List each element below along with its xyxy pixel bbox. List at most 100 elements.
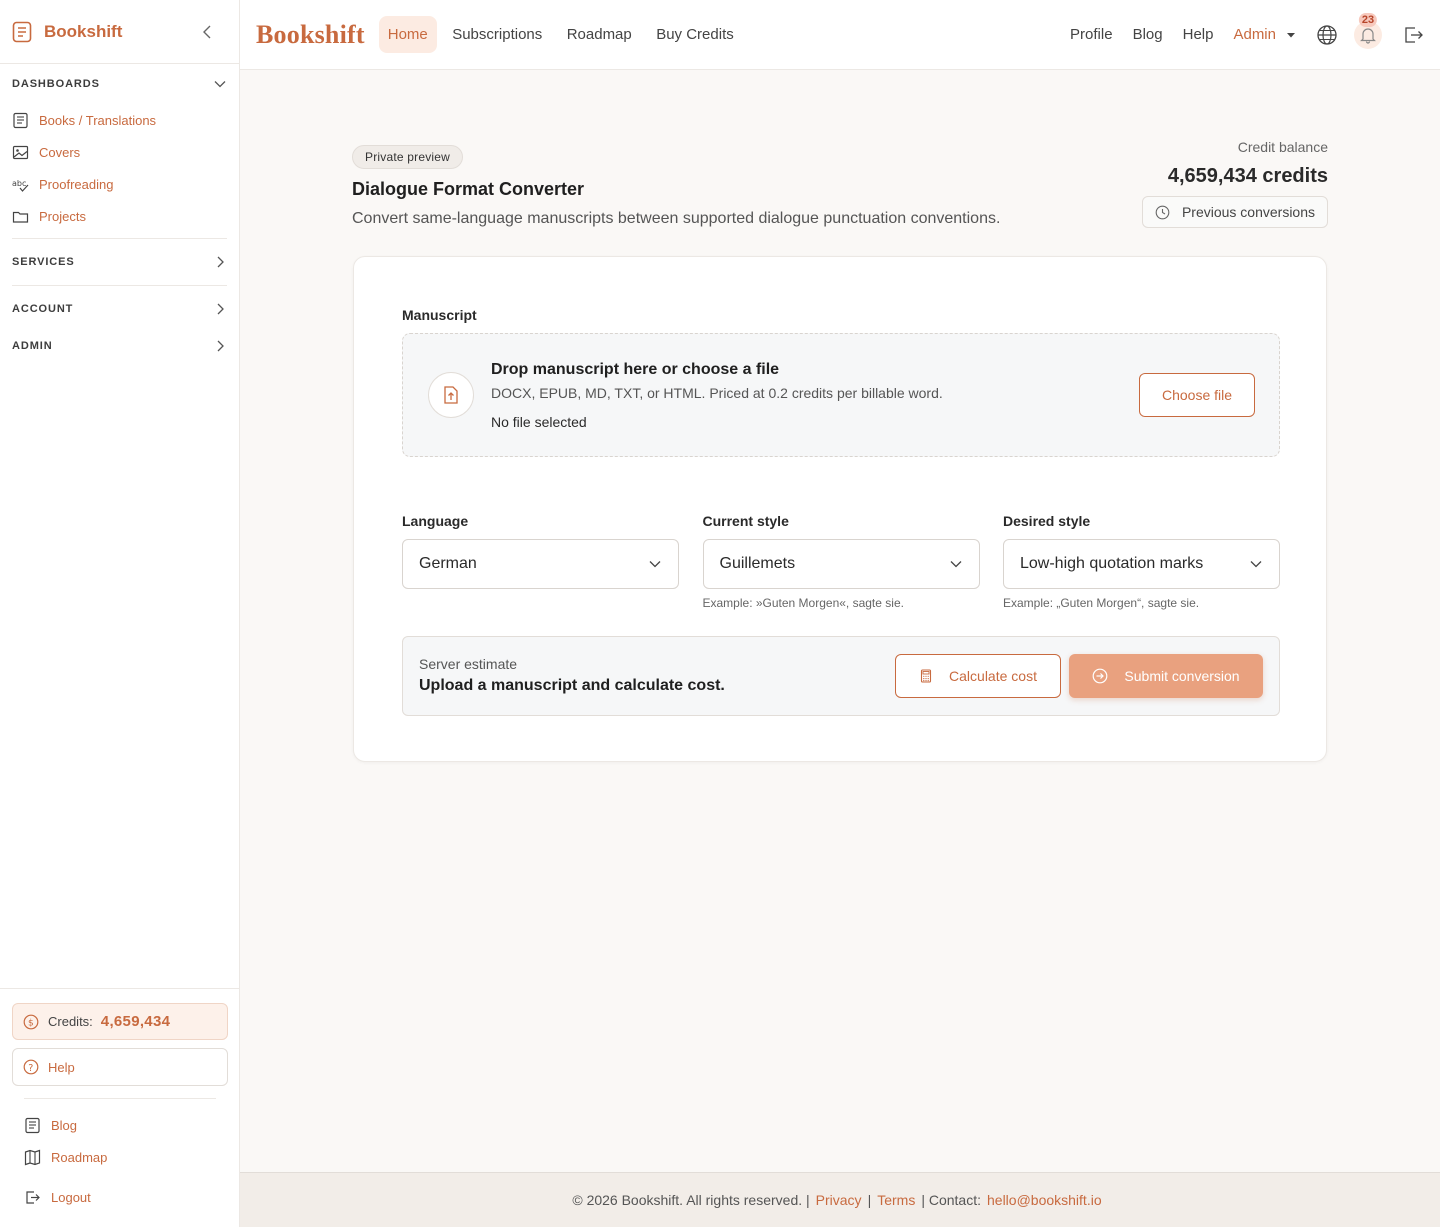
previous-conversions-label: Previous conversions bbox=[1181, 204, 1315, 220]
sidebar-link-blog[interactable]: Blog bbox=[12, 1109, 228, 1141]
credit-balance: Credit balance 4,659,434 credits Previou… bbox=[1141, 139, 1328, 228]
arrow-circle-right-icon bbox=[1093, 668, 1108, 684]
footer: © 2026 Bookshift. All rights reserved. |… bbox=[240, 1172, 1440, 1227]
balance-label: Credit balance bbox=[1237, 139, 1328, 155]
nav-roadmap[interactable]: Roadmap bbox=[558, 16, 641, 53]
footer-privacy-link[interactable]: Privacy bbox=[816, 1192, 862, 1208]
help-circle-icon: ? bbox=[23, 1059, 39, 1075]
collapse-sidebar-icon[interactable] bbox=[197, 22, 217, 42]
section-dashboards[interactable]: DASHBOARDS bbox=[12, 64, 227, 104]
admin-label: Admin bbox=[1233, 26, 1276, 43]
page-header: Private preview Dialogue Format Converte… bbox=[352, 139, 1328, 228]
bell-icon bbox=[1360, 27, 1376, 44]
nav-help[interactable]: Help bbox=[1183, 26, 1214, 43]
notification-count: 23 bbox=[1358, 12, 1378, 27]
image-icon bbox=[12, 145, 29, 159]
previous-conversions-button[interactable]: Previous conversions bbox=[1141, 196, 1328, 228]
globe-icon[interactable] bbox=[1316, 24, 1338, 46]
sidebar-item-label: Books / Translations bbox=[39, 112, 157, 128]
sidebar-item-label: Projects bbox=[39, 208, 86, 224]
admin-dropdown[interactable]: Admin bbox=[1233, 26, 1296, 43]
sidebar-link-logout[interactable]: Logout bbox=[12, 1181, 228, 1213]
divider bbox=[12, 285, 227, 286]
submit-conversion-label: Submit conversion bbox=[1124, 668, 1240, 684]
dropzone-status: No file selected bbox=[491, 414, 587, 430]
top-bar: Bookshift Home Subscriptions Roadmap Buy… bbox=[240, 0, 1440, 70]
converter-card: Manuscript Drop manuscript here or choos… bbox=[353, 256, 1327, 762]
section-admin[interactable]: ADMIN bbox=[12, 329, 227, 363]
sidebar-item-label: Proofreading bbox=[39, 176, 114, 192]
sidebar-brand: Bookshift bbox=[0, 0, 239, 64]
file-upload-icon bbox=[444, 386, 458, 404]
manuscript-dropzone[interactable]: Drop manuscript here or choose a file DO… bbox=[402, 333, 1280, 457]
logout-icon[interactable] bbox=[1402, 24, 1424, 46]
svg-text:abc: abc bbox=[12, 179, 26, 188]
calculate-cost-button[interactable]: Calculate cost bbox=[895, 654, 1061, 698]
footer-email-link[interactable]: hello@bookshift.io bbox=[987, 1192, 1102, 1208]
section-services[interactable]: SERVICES bbox=[12, 242, 227, 282]
sidebar-item-projects[interactable]: Projects bbox=[12, 200, 227, 232]
section-admin-label: ADMIN bbox=[12, 340, 53, 352]
dropzone-formats: DOCX, EPUB, MD, TXT, or HTML. Priced at … bbox=[491, 385, 943, 401]
current-style-select[interactable]: Guillemets bbox=[702, 539, 980, 589]
credits-box: $ Credits: 4,659,434 bbox=[12, 1003, 228, 1040]
upload-icon-wrap bbox=[428, 372, 474, 418]
preview-badge: Private preview bbox=[352, 145, 464, 169]
footer-separator: | bbox=[867, 1192, 872, 1208]
sidebar-item-label: Covers bbox=[39, 144, 81, 160]
footer-terms-link[interactable]: Terms bbox=[877, 1192, 915, 1208]
desired-style-example: Example: „Guten Morgen“, sagte sie. bbox=[1003, 596, 1200, 610]
section-account[interactable]: ACCOUNT bbox=[12, 289, 227, 329]
sidebar-bottom: $ Credits: 4,659,434 ? Help Blog Roadmap… bbox=[0, 988, 240, 1213]
folder-icon bbox=[12, 211, 29, 223]
language-select[interactable]: German bbox=[402, 539, 679, 589]
calculate-cost-label: Calculate cost bbox=[949, 668, 1037, 684]
spellcheck-icon: abc bbox=[12, 179, 29, 192]
balance-value: 4,659,434 credits bbox=[1167, 165, 1328, 187]
blog-icon bbox=[25, 1117, 40, 1133]
estimate-label: Server estimate bbox=[419, 656, 518, 672]
chevron-right-icon bbox=[217, 340, 224, 352]
sidebar-item-books[interactable]: Books / Translations bbox=[12, 104, 227, 136]
sidebar-link-label: Roadmap bbox=[51, 1149, 108, 1165]
nav-profile[interactable]: Profile bbox=[1070, 26, 1113, 43]
main-content: Private preview Dialogue Format Converte… bbox=[240, 71, 1440, 1172]
credits-label: Credits: bbox=[48, 1014, 93, 1029]
svg-text:?: ? bbox=[28, 1063, 33, 1074]
header-wordmark[interactable]: Bookshift bbox=[256, 20, 365, 50]
sidebar-link-roadmap[interactable]: Roadmap bbox=[12, 1141, 228, 1173]
map-icon bbox=[24, 1149, 41, 1165]
brand-name[interactable]: Bookshift bbox=[44, 22, 197, 42]
coin-icon: $ bbox=[23, 1014, 39, 1029]
estimate-text: Upload a manuscript and calculate cost. bbox=[419, 677, 725, 694]
notifications-button[interactable]: 23 bbox=[1354, 12, 1382, 49]
chevron-down-icon bbox=[214, 81, 226, 88]
calculator-icon bbox=[920, 669, 932, 683]
book-list-icon bbox=[13, 112, 28, 128]
sidebar-link-label: Logout bbox=[51, 1189, 91, 1205]
language-field: Language German bbox=[402, 513, 679, 610]
sidebar-link-label: Blog bbox=[51, 1117, 78, 1133]
chevron-right-icon bbox=[217, 256, 224, 268]
nav-home[interactable]: Home bbox=[378, 16, 437, 53]
footer-copyright: © 2026 Bookshift. All rights reserved. | bbox=[572, 1192, 810, 1208]
chevron-down-icon bbox=[1250, 561, 1262, 568]
desired-style-label: Desired style bbox=[1003, 513, 1091, 529]
sidebar-item-covers[interactable]: Covers bbox=[12, 136, 227, 168]
current-style-example: Example: »Guten Morgen«, sagte sie. bbox=[702, 596, 904, 610]
logout-icon bbox=[26, 1190, 40, 1204]
nav-subscriptions[interactable]: Subscriptions bbox=[443, 16, 551, 53]
submit-conversion-button[interactable]: Submit conversion bbox=[1069, 654, 1263, 698]
language-value: German bbox=[419, 555, 477, 572]
server-estimate-panel: Server estimate Upload a manuscript and … bbox=[402, 636, 1280, 716]
style-selects: Language German Current style Guillemets… bbox=[402, 513, 1280, 610]
chevron-down-icon bbox=[950, 561, 961, 568]
nav-buy-credits[interactable]: Buy Credits bbox=[647, 16, 743, 53]
sidebar-item-proofreading[interactable]: abc Proofreading bbox=[12, 168, 227, 200]
current-style-value: Guillemets bbox=[719, 555, 796, 572]
choose-file-button[interactable]: Choose file bbox=[1139, 373, 1255, 417]
dropzone-title: Drop manuscript here or choose a file bbox=[491, 361, 780, 378]
help-button[interactable]: ? Help bbox=[12, 1048, 228, 1086]
nav-blog[interactable]: Blog bbox=[1133, 26, 1163, 43]
desired-style-select[interactable]: Low-high quotation marks bbox=[1003, 539, 1280, 589]
